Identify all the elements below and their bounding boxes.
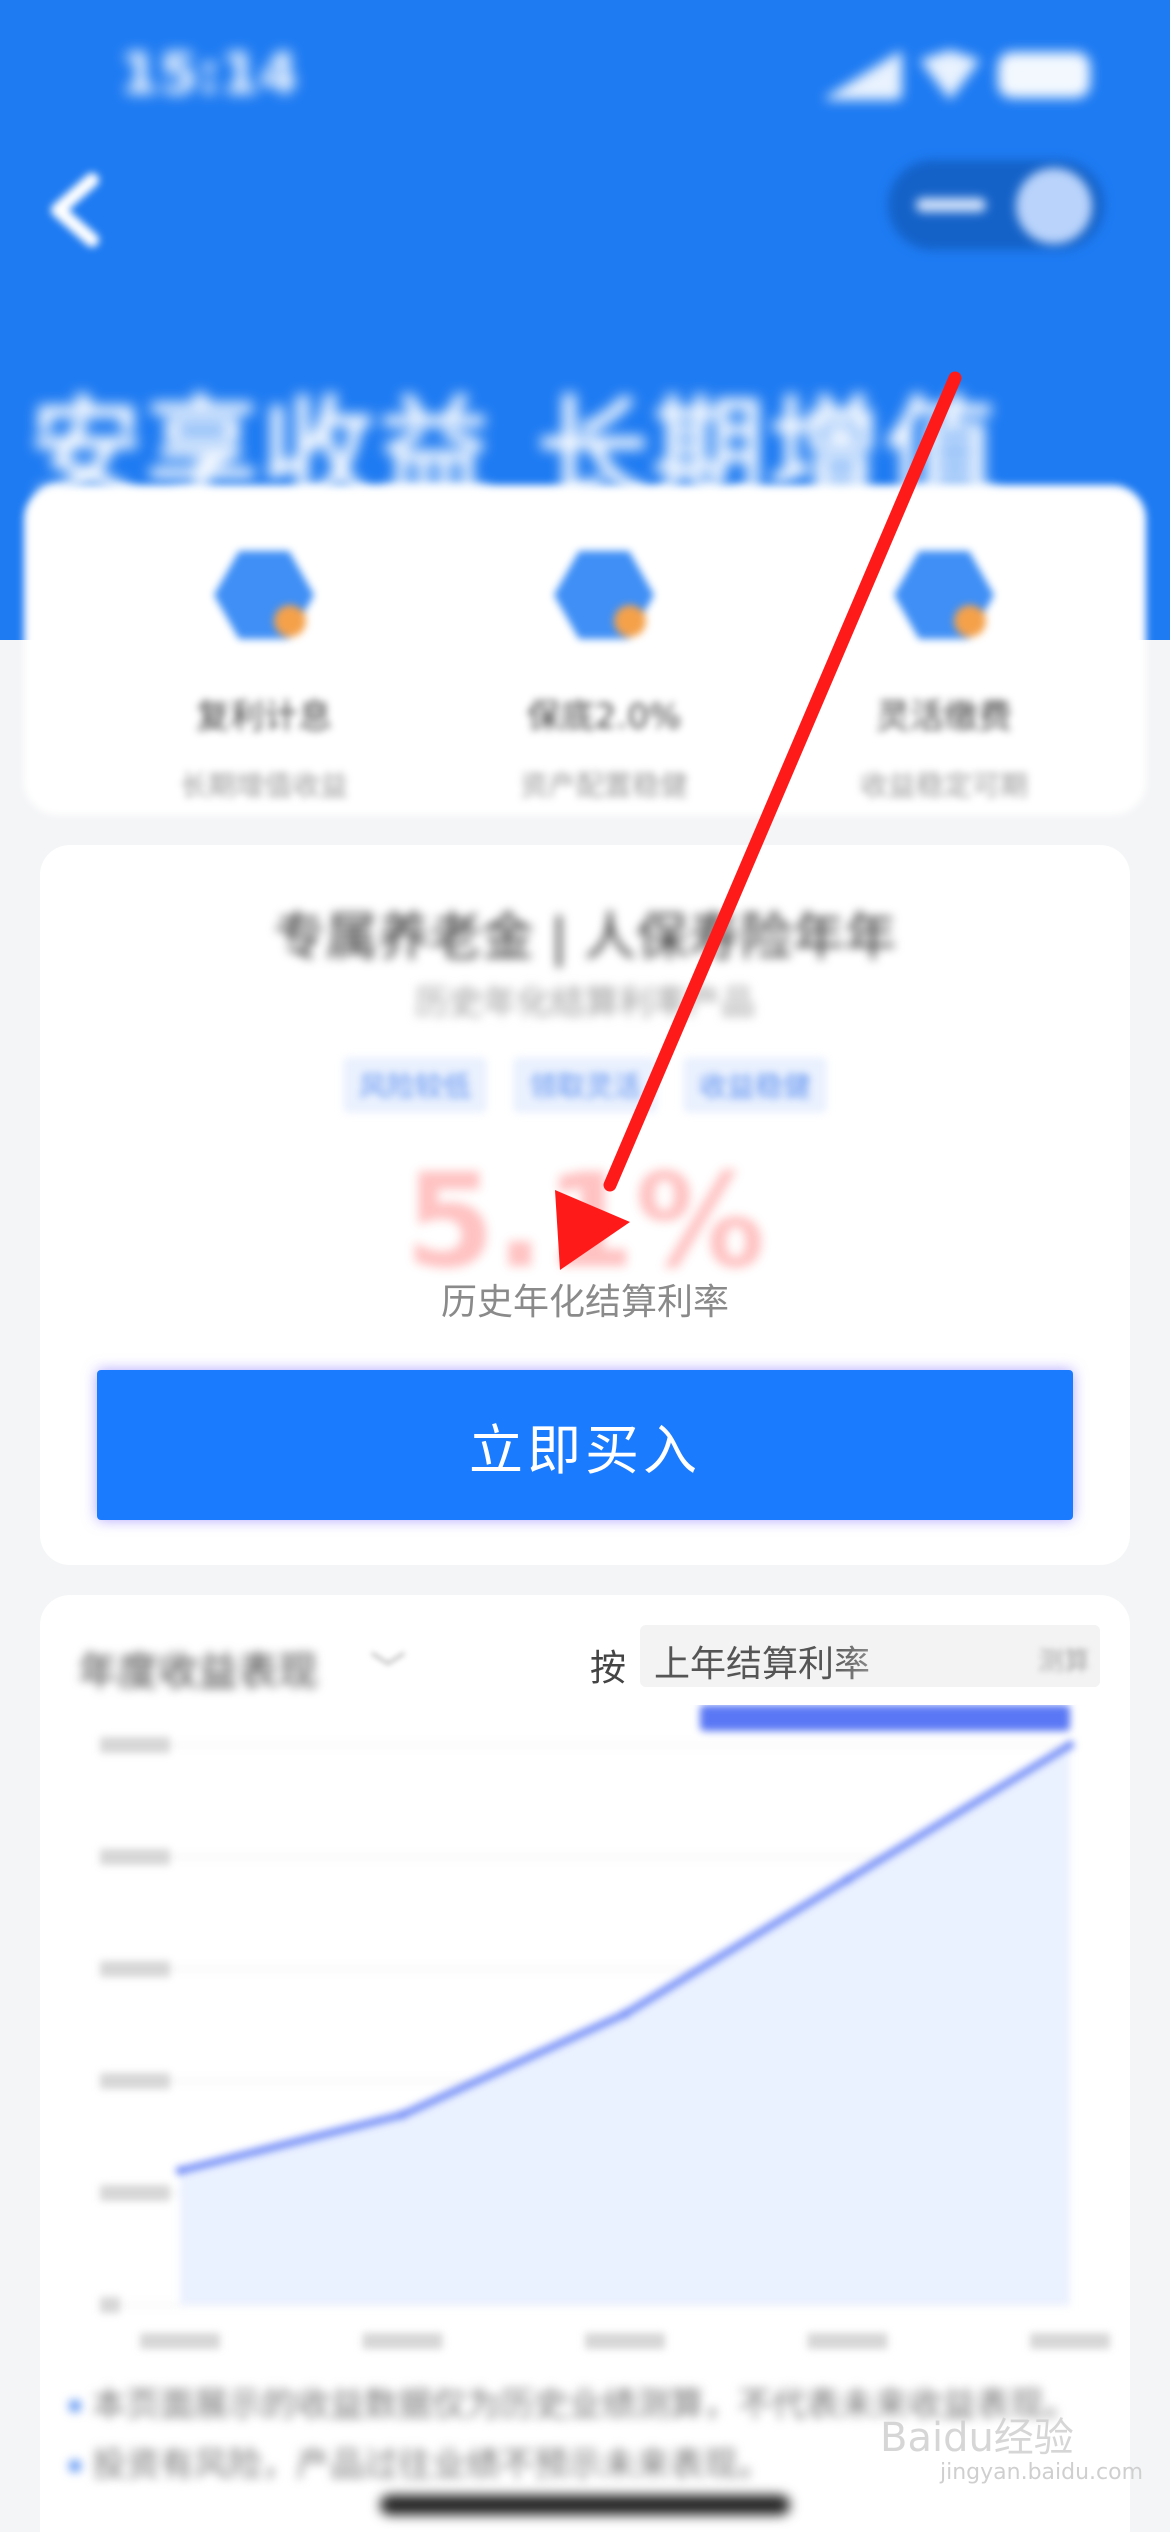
baidu-watermark-url: jingyan.baidu.com [940, 2460, 1144, 2485]
more-icon[interactable] [916, 198, 986, 212]
feature-title: 保底2.0% [526, 697, 682, 737]
x-tick-label [362, 2333, 443, 2349]
feature-badge-icon [954, 605, 986, 637]
back-button[interactable] [40, 170, 110, 250]
rate-label: 历史年化结算利率 [440, 1282, 729, 1323]
status-bar: 15:14 [0, 0, 1170, 150]
y-tick-label [100, 2073, 170, 2089]
x-tick-label [807, 2333, 888, 2349]
chart-card: 年度收益表现 ﹀ 按 上年结算利率 测算 本页面展示的收益数据仅为历史业绩测算，… [40, 1595, 1130, 2532]
close-circle-icon[interactable] [1016, 168, 1092, 244]
x-tick-label [585, 2333, 665, 2349]
growth-chart [100, 1705, 1110, 2349]
chart-title[interactable]: 年度收益表现 [78, 1639, 318, 1697]
wifi-icon [920, 50, 980, 100]
baidu-watermark: Baidu经验 [880, 2415, 1074, 2461]
feature-item: 保底2.0% 资产配置稳健 [454, 545, 754, 804]
series-point [621, 2009, 629, 2018]
feature-subtitle: 长期增值收益 [179, 769, 348, 802]
chart-tooltip [700, 1705, 1070, 1731]
status-time: 15:14 [120, 42, 299, 107]
product-tag: 风险较低 [342, 1057, 487, 1113]
y-tick-label [100, 2297, 120, 2313]
chevron-left-icon [51, 173, 99, 247]
series-point [398, 2110, 407, 2119]
battery-icon [998, 52, 1090, 98]
mini-program-capsule[interactable] [888, 160, 1104, 250]
y-tick-label [100, 1849, 170, 1865]
y-tick-label [100, 2185, 170, 2201]
feature-item: 灵活缴费 收益稳定可期 [794, 545, 1094, 804]
status-icons [822, 50, 1090, 100]
feature-badge-icon [274, 605, 306, 637]
feature-title: 复利计息 [196, 697, 332, 737]
feature-card: 复利计息 长期增值收益 保底2.0% 资产配置稳健 灵活缴费 收益稳定可期 [24, 485, 1146, 815]
feature-badge-icon [614, 605, 646, 637]
y-tick-label [100, 1961, 170, 1977]
product-tag: 领取灵活 [512, 1057, 657, 1113]
product-name[interactable]: 专属养老金 | 人保寿险年年 [40, 895, 1130, 970]
product-card: 专属养老金 | 人保寿险年年 历史年化结算利率产品 风险较低 领取灵活 收益稳健… [40, 845, 1130, 1565]
feature-item: 复利计息 长期增值收益 [114, 545, 414, 804]
calc-basis-tail: 测算 [1037, 1647, 1090, 1677]
buy-now-button[interactable]: 立即买入 [97, 1370, 1073, 1520]
product-subtitle: 历史年化结算利率产品 [415, 983, 755, 1023]
product-tags: 风险较低 领取灵活 收益稳健 [40, 1057, 1130, 1113]
chevron-down-icon[interactable]: ﹀ [370, 1641, 406, 1693]
x-tick-label [1030, 2333, 1110, 2349]
feature-subtitle: 收益稳定可期 [859, 769, 1028, 802]
x-tick-label [140, 2333, 220, 2349]
home-indicator [380, 2495, 790, 2515]
calc-basis-select[interactable]: 上年结算利率 测算 [640, 1625, 1100, 1687]
series-point [1066, 1741, 1074, 1749]
y-tick-label [100, 1737, 170, 1753]
series-point [176, 2166, 184, 2175]
product-tag: 收益稳健 [683, 1057, 828, 1113]
series-point [843, 1875, 852, 1884]
feature-subtitle: 资产配置稳健 [519, 769, 688, 802]
calc-by-label: 按 [590, 1648, 627, 1689]
signal-icon [822, 50, 902, 100]
feature-title: 灵活缴费 [876, 697, 1012, 737]
